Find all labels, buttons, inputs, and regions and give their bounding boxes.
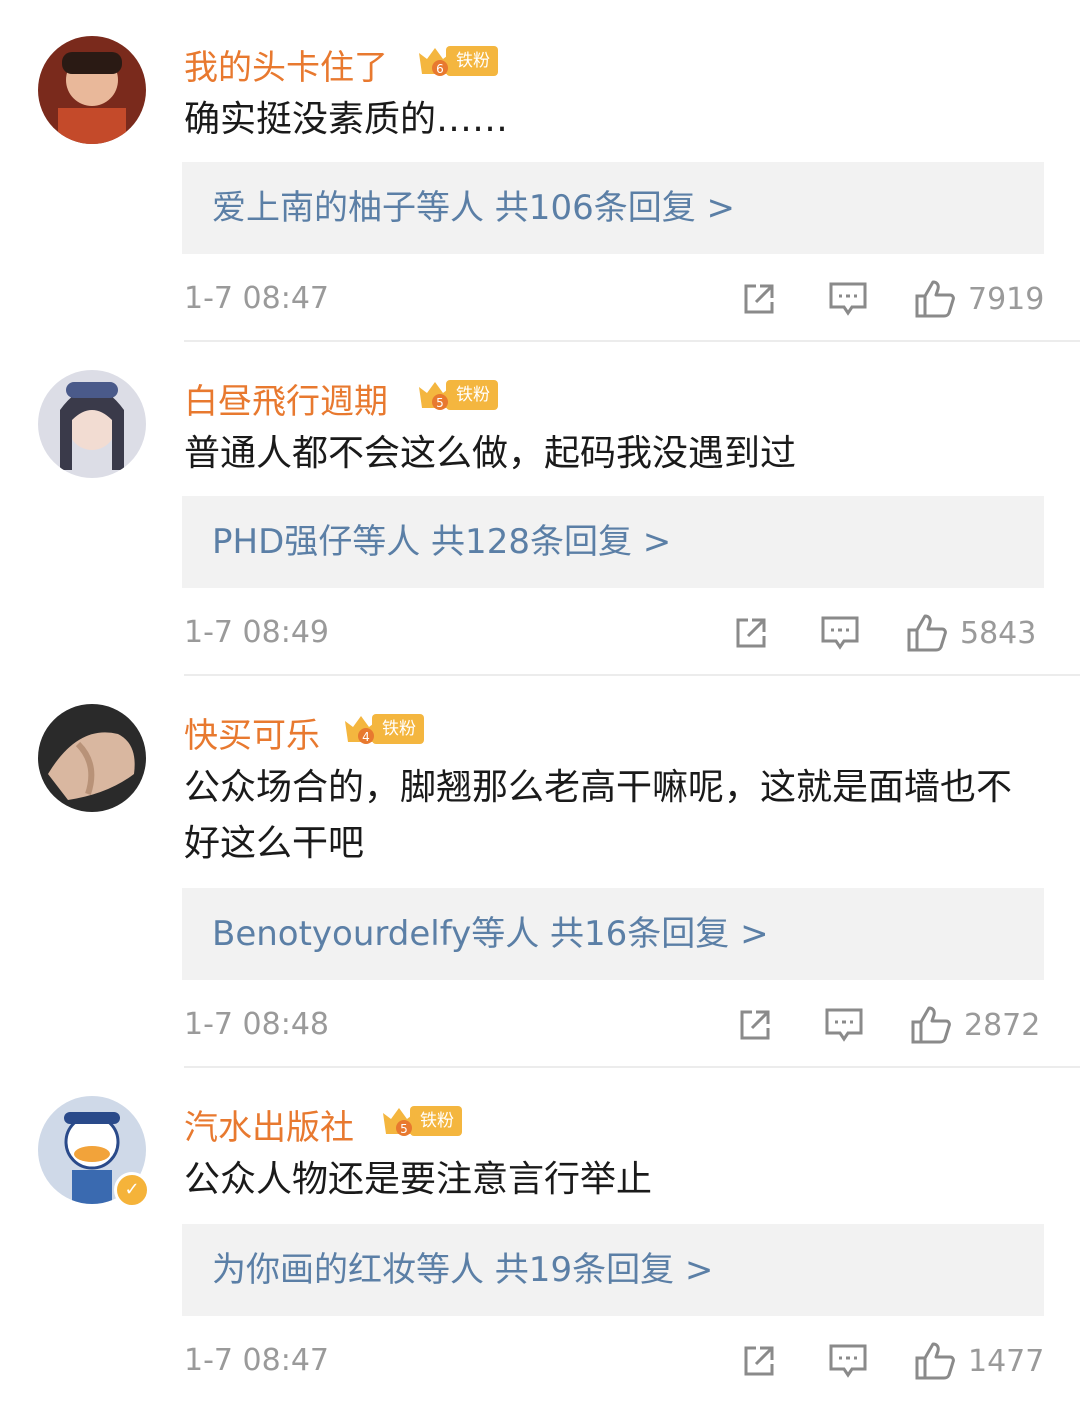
- fan-badge[interactable]: 4 铁粉: [342, 712, 424, 746]
- like-icon: [915, 280, 955, 318]
- avatar[interactable]: [38, 36, 146, 144]
- comment-item: 我的头卡住了 6 铁粉 确实挺没素质的…… 爱上南的柚子等人 共106条回复 >…: [0, 0, 1080, 342]
- fan-badge[interactable]: 6 铁粉: [416, 44, 498, 78]
- comment-icon: [825, 1008, 863, 1042]
- comment-item: 白昼飛行週期 5 铁粉 普通人都不会这么做，起码我没遇到过 PHD强仔等人 共1…: [0, 342, 1080, 676]
- reply-summary-text: 为你画的红妆等人 共19条回复 >: [212, 1250, 714, 1290]
- comment-icon: [829, 282, 867, 316]
- like-count: 1477: [968, 1343, 1045, 1379]
- crown-icon: 4: [342, 712, 380, 746]
- crown-icon: 5: [380, 1104, 418, 1138]
- reply-summary[interactable]: PHD强仔等人 共128条回复 >: [182, 496, 1044, 588]
- like-button[interactable]: 1477: [914, 1336, 1044, 1386]
- svg-text:4: 4: [362, 730, 370, 744]
- reply-summary-text: 爱上南的柚子等人 共106条回复 >: [212, 188, 735, 228]
- username[interactable]: 白昼飛行週期: [184, 374, 388, 423]
- fan-badge[interactable]: 5 铁粉: [416, 378, 498, 412]
- comment-button[interactable]: [820, 608, 860, 658]
- share-icon: [744, 284, 774, 314]
- like-icon: [915, 1342, 955, 1380]
- reply-summary-text: PHD强仔等人 共128条回复 >: [212, 522, 672, 562]
- like-count: 2872: [964, 1007, 1041, 1043]
- crown-icon: 6: [416, 44, 454, 78]
- share-icon: [740, 1010, 770, 1040]
- comment-item: 快买可乐 4 铁粉 公众场合的，脚翘那么老高干嘛呢，这就是面墙也不好这么干吧 B…: [0, 676, 1080, 1068]
- fan-badge[interactable]: 5 铁粉: [380, 1104, 462, 1138]
- comment-button[interactable]: [828, 1336, 868, 1386]
- avatar[interactable]: [38, 704, 146, 812]
- like-count: 7919: [968, 281, 1045, 317]
- verified-icon: ✓: [114, 1172, 150, 1208]
- svg-text:6: 6: [436, 62, 444, 76]
- like-count: 5843: [960, 615, 1037, 651]
- reply-summary[interactable]: 爱上南的柚子等人 共106条回复 >: [182, 162, 1044, 254]
- comment-text: 公众场合的，脚翘那么老高干嘛呢，这就是面墙也不好这么干吧: [184, 767, 1013, 864]
- reply-summary[interactable]: Benotyourdelfy等人 共16条回复 >: [182, 888, 1044, 980]
- share-icon: [736, 618, 766, 648]
- comment-icon: [829, 1344, 867, 1378]
- like-button[interactable]: 7919: [914, 274, 1044, 324]
- comment-button[interactable]: [824, 1000, 864, 1050]
- share-button[interactable]: [740, 274, 778, 324]
- avatar[interactable]: [38, 370, 146, 478]
- comment-time: 1-7 08:47: [184, 1343, 329, 1378]
- comment-text: 普通人都不会这么做，起码我没遇到过: [184, 433, 797, 474]
- share-icon: [744, 1346, 774, 1376]
- username[interactable]: 我的头卡住了: [184, 40, 388, 89]
- comment-text: 公众人物还是要注意言行举止: [184, 1159, 653, 1200]
- comment-time: 1-7 08:49: [184, 615, 329, 650]
- svg-text:5: 5: [436, 396, 444, 410]
- comment-button[interactable]: [828, 274, 868, 324]
- like-icon: [907, 614, 947, 652]
- comment-item: ✓ 汽水出版社 5 铁粉 公众人物还是要注意言行举止 为你画的红妆等人 共19条…: [0, 1068, 1080, 1401]
- comment-time: 1-7 08:48: [184, 1007, 329, 1042]
- comment-time: 1-7 08:47: [184, 281, 329, 316]
- svg-text:5: 5: [400, 1122, 408, 1136]
- username[interactable]: 快买可乐: [184, 708, 320, 757]
- share-button[interactable]: [736, 1000, 774, 1050]
- like-icon: [911, 1006, 951, 1044]
- reply-summary-text: Benotyourdelfy等人 共16条回复 >: [212, 914, 769, 954]
- like-button[interactable]: 2872: [910, 1000, 1040, 1050]
- like-button[interactable]: 5843: [906, 608, 1036, 658]
- reply-summary[interactable]: 为你画的红妆等人 共19条回复 >: [182, 1224, 1044, 1316]
- comment-icon: [821, 616, 859, 650]
- username[interactable]: 汽水出版社: [184, 1100, 354, 1149]
- crown-icon: 5: [416, 378, 454, 412]
- comment-text: 确实挺没素质的……: [184, 99, 509, 140]
- share-button[interactable]: [732, 608, 770, 658]
- share-button[interactable]: [740, 1336, 778, 1386]
